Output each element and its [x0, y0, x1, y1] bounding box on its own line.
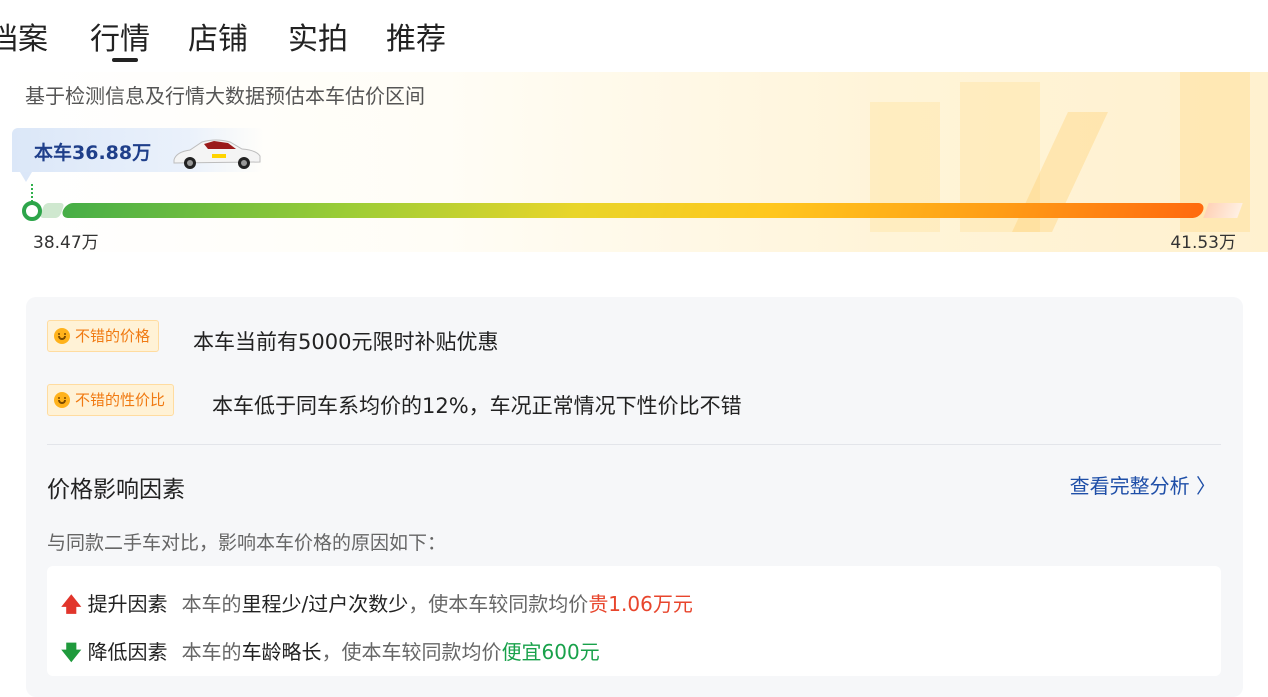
divider [47, 444, 1221, 445]
this-car-price-bubble: 本车36.88万 [12, 128, 264, 182]
this-car-price: 本车36.88万 [34, 142, 152, 164]
factor-reason: 里程少/过户次数少 [241, 592, 409, 616]
factor-text: 本车的 [181, 592, 242, 616]
smile-icon [54, 328, 70, 344]
tab-shop[interactable]: 店铺 [188, 14, 248, 58]
value-text: 本车低于同车系均价的12%，车况正常情况下性价比不错 [212, 394, 742, 418]
price-range-bar [60, 203, 1206, 218]
factors-list: 🡅 提升因素 本车的里程少/过户次数少，使本车较同款均价贵1.06万元 🡇 降低因素本… [47, 566, 1221, 676]
factor-down-row: 🡇 降低因素 本车的车龄略长，使本车较同款均价便宜600元 [61, 636, 600, 672]
factor-reason: 车龄略长 [241, 640, 322, 664]
good-price-tag: 不错的价格 [47, 320, 160, 352]
factor-text: ，使本车较同款均价 [321, 640, 502, 664]
tab-archive[interactable]: 档案 [0, 14, 48, 58]
factor-text: ，使本车较同款均价 [408, 592, 589, 616]
range-max-value: 41.53万 [1170, 233, 1236, 253]
factor-down-label: 降低因素 [87, 640, 168, 664]
smile-icon [54, 392, 70, 408]
arrow-up-icon: 🡅 [61, 592, 82, 616]
tab-photos[interactable]: 实拍 [288, 14, 348, 58]
range-min-value: 38.47万 [33, 233, 99, 253]
factor-up-row: 🡅 提升因素 本车的里程少/过户次数少，使本车较同款均价贵1.06万元 [61, 588, 693, 624]
factor-text: 本车的 [181, 640, 242, 664]
tab-recommend[interactable]: 推荐 [386, 14, 446, 58]
price-marker-line [31, 184, 35, 202]
tag-label: 不错的性价比 [75, 391, 166, 409]
price-factors-title: 价格影响因素 [47, 477, 185, 503]
arrow-down-icon: 🡇 [61, 640, 82, 664]
price-factors-desc: 与同款二手车对比，影响本车价格的原因如下： [47, 532, 447, 554]
factor-up-label: 提升因素 [87, 592, 168, 616]
factor-up-result: 贵1.06万元 [588, 592, 693, 616]
range-bar-right-fade [1203, 203, 1243, 218]
good-value-tag: 不错的性价比 [47, 384, 175, 416]
view-full-analysis-link[interactable]: 查看完整分析 〉 [1070, 470, 1216, 499]
valuation-subtitle: 基于检测信息及行情大数据预估本车估价区间 [25, 84, 425, 108]
tab-market[interactable]: 行情 [90, 14, 150, 62]
factor-down-result: 便宜600元 [501, 640, 600, 664]
tag-label: 不错的价格 [75, 327, 151, 345]
subsidy-text: 本车当前有5000元限时补贴优惠 [193, 330, 499, 354]
car-thumbnail-icon [173, 139, 261, 169]
this-car-marker [22, 201, 42, 221]
